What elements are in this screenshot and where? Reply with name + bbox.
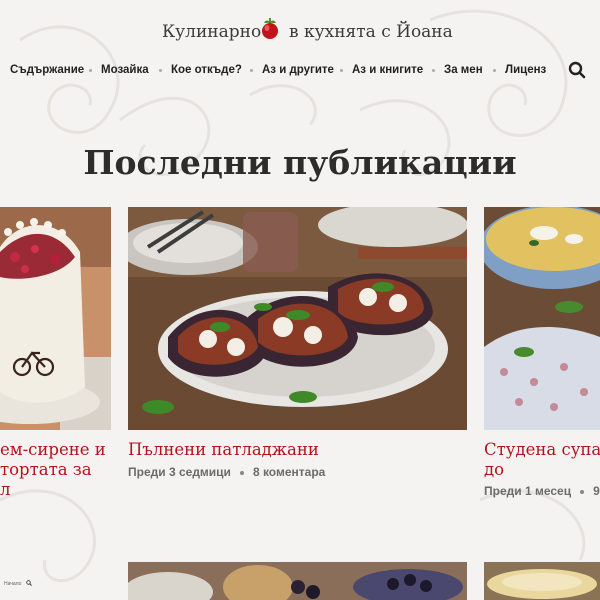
mini-search-label: Начало xyxy=(4,581,22,587)
nav-item-about[interactable]: За мен xyxy=(444,64,483,76)
nav-item-where-from[interactable]: Кое откъде? xyxy=(171,64,242,76)
post-title-cold-soup[interactable]: Студена супа о до xyxy=(484,440,600,480)
nav-item-me-and-books[interactable]: Аз и книгите xyxy=(352,64,423,76)
post-title-line: Студена супа о xyxy=(484,440,600,459)
mini-search[interactable]: Начало xyxy=(0,576,40,590)
post-image-bottom-right[interactable] xyxy=(484,562,600,600)
post-time: Преди 1 месец xyxy=(484,484,572,498)
post-image-stuffed-eggplants[interactable] xyxy=(128,207,467,430)
post-comments[interactable]: 8 коментара xyxy=(253,465,325,479)
nav-item-contents[interactable]: Съдържание xyxy=(10,64,84,76)
post-image-cold-soup[interactable] xyxy=(484,207,600,430)
nav-separator xyxy=(340,69,343,72)
nav-item-me-and-others[interactable]: Аз и другите xyxy=(262,64,334,76)
post-comments[interactable]: 9 к xyxy=(593,484,600,498)
nav-separator xyxy=(159,69,162,72)
nav-separator xyxy=(89,69,92,72)
post-meta: Преди 1 месец 9 к xyxy=(484,484,600,498)
search-icon[interactable] xyxy=(568,61,586,79)
post-title-line: тортата за xyxy=(0,460,92,479)
post-title-stuffed-eggplants[interactable]: Пълнени патладжани xyxy=(128,440,319,460)
site-title-left: Кулинарно xyxy=(162,22,262,42)
post-title-line: до xyxy=(484,460,505,479)
nav-item-mosaic[interactable]: Мозайка xyxy=(101,64,149,76)
main-nav: Съдържание Мозайка Кое откъде? Аз и друг… xyxy=(0,61,600,81)
post-meta: Преди 3 седмици 8 коментара xyxy=(128,465,325,479)
nav-separator xyxy=(432,69,435,72)
post-image-bottom-center[interactable] xyxy=(128,562,467,600)
page-title: Последни публикации xyxy=(83,143,517,182)
site-title-right: в кухнята с Йоана xyxy=(289,22,453,42)
post-title-line: ем-сирене и xyxy=(0,440,106,459)
post-time: Преди 3 седмици xyxy=(128,465,231,479)
post-image-cake[interactable] xyxy=(0,207,111,430)
nav-separator xyxy=(250,69,253,72)
search-icon[interactable] xyxy=(26,580,32,586)
post-title-line: л xyxy=(0,480,11,499)
tomato-logo-icon xyxy=(262,18,278,39)
meta-separator xyxy=(239,470,244,475)
nav-separator xyxy=(493,69,496,72)
meta-separator xyxy=(580,489,585,494)
post-title-cake[interactable]: ем-сирене и тортата за л xyxy=(0,440,106,500)
nav-item-license[interactable]: Лиценз xyxy=(505,64,546,76)
